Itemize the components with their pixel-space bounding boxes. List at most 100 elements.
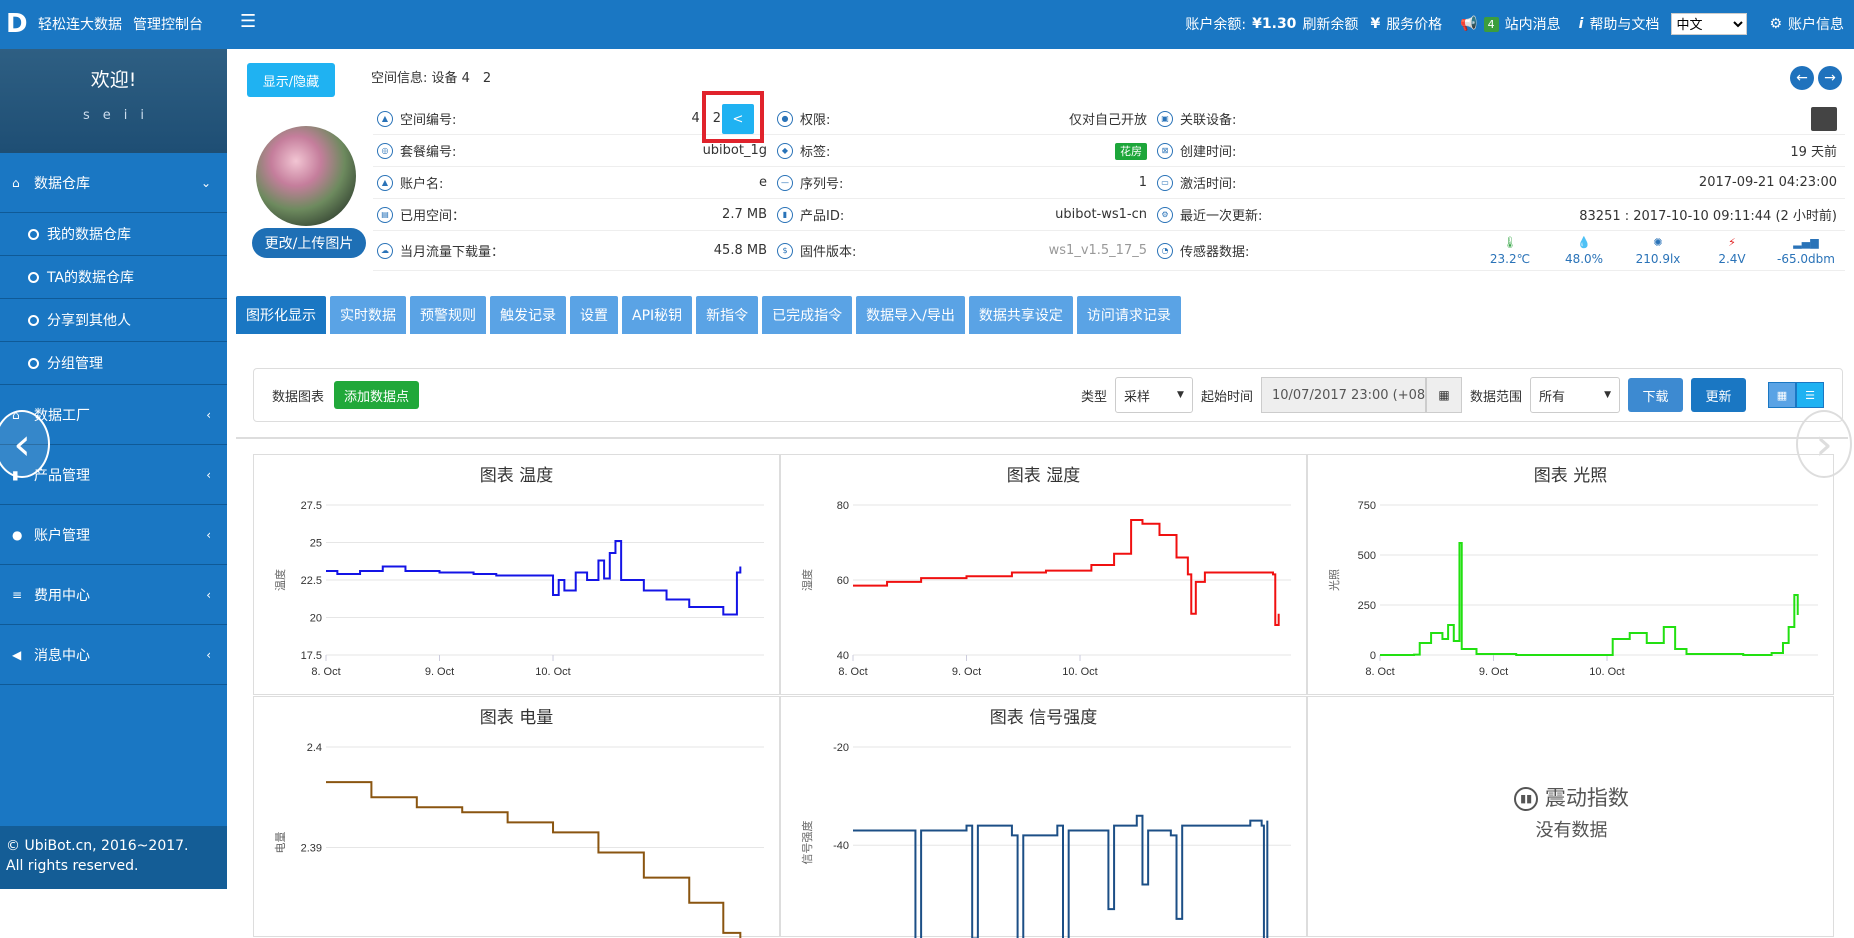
traffic-value: 45.8 MB [713,243,767,258]
sidebar-section-label: 费用中心 [34,587,90,604]
type-select[interactable]: 采样 ▼ [1114,377,1193,413]
chart-svg: 80 60 40 湿度 8. Oct 9. Oct 10. Oct [800,500,1291,678]
chart-title: 图表 温度 [479,466,554,486]
y-tick-label: 0 [1370,650,1376,662]
sensor-data-label: 传感器数据: [1180,245,1250,260]
vibration-title: 震动指数 [1544,786,1629,810]
chart-title: 图表 信号强度 [989,708,1098,728]
package-value: ubibot_1g [702,143,767,158]
cloud-download-icon: ☁ [377,242,393,259]
linked-device-icon[interactable] [1811,106,1843,131]
x-tick-label: 8. Oct [838,666,867,678]
range-select[interactable]: 所有 ▼ [1530,377,1620,413]
package-icon: ◎ [377,142,393,159]
tab-0[interactable]: 图形化显示 [236,296,326,334]
help-docs-link[interactable]: 帮助与文档 [1589,14,1659,34]
brand-name[interactable]: 轻松连大数据 [38,14,122,34]
sensor-icon: ◔ [1157,242,1173,259]
tab-4[interactable]: 设置 [570,296,618,334]
share-icon[interactable]: < [722,104,754,134]
circle-icon [28,357,39,369]
last-update-value: 83251 : 2017-10-10 09:11:44 (2 小时前) [1579,209,1837,224]
account-info-link[interactable]: 账户信息 [1788,14,1844,34]
upload-image-button[interactable]: 更改/上传图片 [252,228,366,258]
hamburger-menu-icon[interactable]: ☰ [240,11,256,32]
tab-8[interactable]: 数据导入/导出 [856,296,965,334]
balance-value: ¥1.30 [1252,16,1297,32]
sidebar-item-ta-warehouse[interactable]: TA的数据仓库 [0,256,227,299]
tab-7[interactable]: 已完成指令 [762,296,853,334]
sidebar-section-account[interactable]: ● 账户管理 ‹ [0,505,227,565]
sidebar-section-billing[interactable]: ≡ 费用中心 ‹ [0,565,227,625]
device-avatar [256,126,356,226]
activate-icon: ▭ [1157,174,1173,191]
last-update-label: 最近一次更新: [1180,209,1263,224]
pricing-link[interactable]: 服务价格 [1386,14,1442,34]
sidebar-section-messages[interactable]: ◀ 消息中心 ‹ [0,625,227,685]
tab-1[interactable]: 实时数据 [330,296,406,334]
next-device-icon[interactable]: → [1818,66,1842,90]
welcome-text: 欢迎! [90,69,137,91]
activation-label: 激活时间: [1180,177,1237,192]
console-title[interactable]: 管理控制台 [133,14,203,34]
message-count-badge: 4 [1483,16,1499,32]
tab-3[interactable]: 触发记录 [490,296,566,334]
tab-2[interactable]: 预警规则 [410,296,486,334]
series-line [326,781,742,938]
x-tick-label: 10. Oct [535,666,570,678]
chevron-left-icon: ‹ [206,647,211,662]
x-tick-label: 10. Oct [1062,666,1097,678]
device-tabs: 图形化显示 实时数据 预警规则 触发记录 设置 API秘钥 新指令 已完成指令 数据导入/导出数… [236,296,1181,334]
welcome-panel: 欢迎! s e i i [0,49,227,153]
chart-toolbar: 数据图表 添加数据点 类型 采样 ▼ 起始时间 10/07/2017 23:00 … [253,368,1843,422]
tag-badge[interactable]: 花房 [1115,142,1147,160]
chevron-left-icon: ‹ [206,587,211,602]
sidebar-item-my-warehouse[interactable]: 我的数据仓库 [0,213,227,256]
messages-link[interactable]: 站内消息 [1505,14,1561,34]
grid-view-icon[interactable]: ▦ [1768,382,1796,408]
x-tick-label: 8. Oct [1365,666,1394,678]
show-hide-button[interactable]: 显示/隐藏 [247,63,335,97]
firmware-icon: $ [777,242,793,259]
y-tick-label: 20 [310,613,322,625]
sidebar-section-label: 消息中心 [34,647,90,664]
ubibot-logo[interactable]: D [6,10,32,38]
data-chart-label: 数据图表 [272,389,325,405]
firmware-label: 固件版本: [800,245,857,260]
pause-icon: ▮▮ [1514,787,1539,811]
sidebar-section-data-warehouse[interactable]: ⌂ 数据仓库 ⌄ [0,153,227,213]
product-icon: ▮ [777,206,793,223]
add-datapoint-button[interactable]: 添加数据点 [334,381,420,409]
tab-5[interactable]: API秘钥 [622,296,693,334]
calendar-icon[interactable]: ▦ [1425,377,1462,413]
y-tick-label: 60 [837,575,849,587]
user-icon: ▲ [377,174,393,191]
sidebar-item-share[interactable]: 分享到其他人 [0,299,227,342]
y-axis-label: 光照 [1327,569,1341,591]
series-line [1380,542,1799,656]
sidebar-item-label: 我的数据仓库 [47,227,131,243]
list-view-icon[interactable]: ☰ [1796,382,1824,408]
tab-10[interactable]: 访问请求记录 [1076,296,1181,334]
balance-label: 账户余额: [1185,17,1247,33]
product-id-value: ubibot-ws1-cn [1055,207,1147,222]
user-icon: ● [12,527,23,542]
circle-icon [28,314,39,326]
yen-icon: ¥ [1370,16,1381,32]
sidebar-item-groups[interactable]: 分组管理 [0,342,227,385]
firmware-value: ws1_v1.5_17_5 [1048,243,1147,258]
download-button[interactable]: 下载 [1628,378,1683,412]
sensor-signal: ▂▄▆ -65.0dbm [1769,236,1843,266]
chart-panel-1: 80 60 40 湿度 8. Oct 9. Oct 10. Oct 图表 湿度 [780,454,1307,695]
y-tick-label: 25 [310,538,322,550]
prev-device-icon[interactable]: ← [1790,66,1814,90]
tab-6[interactable]: 新指令 [696,296,759,334]
sidebar-section-label: 数据仓库 [34,175,90,192]
chevron-left-icon: ‹ [206,527,211,542]
tab-9[interactable]: 数据共享设定 [968,296,1073,334]
language-select[interactable]: 中文 [1671,13,1748,35]
refresh-balance-link[interactable]: 刷新余额 [1302,14,1358,34]
update-button[interactable]: 更新 [1691,378,1746,412]
start-time-input[interactable]: 10/07/2017 23:00 (+080 [1260,377,1426,413]
y-axis-label: 温度 [273,569,287,591]
